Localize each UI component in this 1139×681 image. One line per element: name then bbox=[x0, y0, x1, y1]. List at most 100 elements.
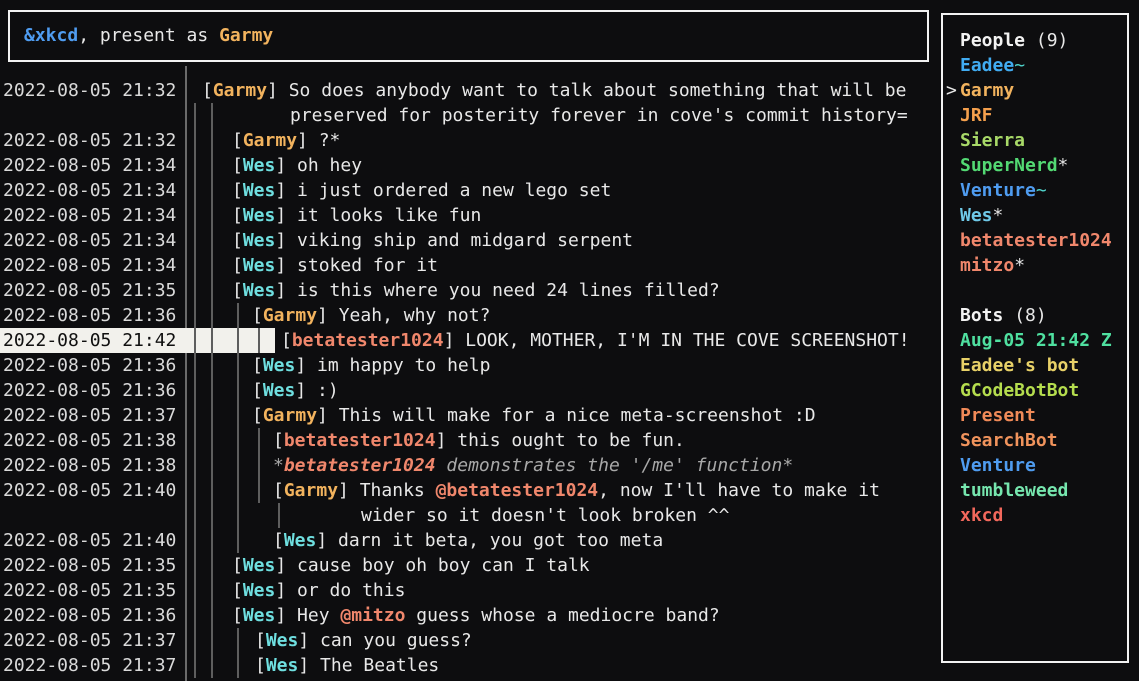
message-segment: ] bbox=[298, 655, 320, 676]
chat-message-row[interactable]: 2022-08-05 21:34[Wes] stoked for it bbox=[0, 253, 930, 278]
chat-message-row[interactable]: 2022-08-05 21:40[Garmy] Thanks @betatest… bbox=[0, 478, 930, 503]
message-text: [Garmy] So does anybody want to talk abo… bbox=[202, 78, 906, 103]
message-segment: [ bbox=[232, 180, 243, 201]
timestamp: 2022-08-05 21:38 bbox=[3, 453, 176, 478]
chat-message-row[interactable]: 2022-08-05 21:35[Wes] cause boy oh boy c… bbox=[0, 553, 930, 578]
thread-guide-line bbox=[194, 453, 196, 478]
timestamp: 2022-08-05 21:37 bbox=[3, 628, 176, 653]
person-list-item[interactable]: SuperNerd* bbox=[943, 153, 1127, 178]
nick: Garmy bbox=[284, 480, 338, 501]
bot-list-item[interactable]: tumbleweed bbox=[943, 478, 1127, 503]
message-segment: * bbox=[273, 455, 284, 476]
thread-guide-line bbox=[211, 228, 213, 253]
chat-message-row[interactable]: 2022-08-05 21:42[betatester1024] LOOK, M… bbox=[0, 328, 930, 353]
thread-guide-line bbox=[237, 428, 239, 453]
chat-message-row[interactable]: 2022-08-05 21:36[Garmy] Yeah, why not? bbox=[0, 303, 930, 328]
chat-message-row[interactable]: 2022-08-05 21:34[Wes] oh hey bbox=[0, 153, 930, 178]
channel-header-text: &xkcd, present as Garmy bbox=[24, 12, 273, 60]
person-name: Eadee bbox=[960, 55, 1014, 76]
message-text: [Wes] stoked for it bbox=[232, 253, 438, 278]
message-segment: i just ordered a new lego set bbox=[297, 180, 611, 201]
chat-message-row[interactable]: preserved for posterity forever in cove'… bbox=[0, 103, 930, 128]
chat-message-row[interactable]: 2022-08-05 21:32[Garmy] ?* bbox=[0, 128, 930, 153]
person-name: Venture bbox=[960, 180, 1036, 201]
person-list-item[interactable]: Sierra bbox=[943, 128, 1127, 153]
chat-message-row[interactable]: 2022-08-05 21:37[Wes] can you guess? bbox=[0, 628, 930, 653]
message-segment: The Beatles bbox=[320, 655, 439, 676]
chat-message-row[interactable]: 2022-08-05 21:36[Wes] im happy to help bbox=[0, 353, 930, 378]
message-segment: ] bbox=[275, 255, 297, 276]
message-segment: demonstrates the '/me' function* bbox=[436, 455, 794, 476]
person-name: Garmy bbox=[960, 80, 1014, 101]
message-segment: [ bbox=[232, 555, 243, 576]
person-list-item[interactable]: betatester1024 bbox=[943, 228, 1127, 253]
header-separator-text: , present as bbox=[78, 25, 219, 46]
person-name: JRF bbox=[960, 105, 993, 126]
nick: Wes bbox=[243, 280, 276, 301]
person-list-item[interactable]: Wes* bbox=[943, 203, 1127, 228]
message-segment: So does anybody want to talk about somet… bbox=[289, 80, 907, 101]
chat-message-row[interactable]: 2022-08-05 21:36[Wes] Hey @mitzo guess w… bbox=[0, 603, 930, 628]
chat-message-row[interactable]: 2022-08-05 21:34[Wes] it looks like fun bbox=[0, 203, 930, 228]
chat-message-row[interactable]: 2022-08-05 21:40[Wes] darn it beta, you … bbox=[0, 528, 930, 553]
bot-name: tumbleweed bbox=[960, 480, 1068, 501]
chat-message-row[interactable]: 2022-08-05 21:32[Garmy] So does anybody … bbox=[0, 78, 930, 103]
message-segment: can you guess? bbox=[320, 630, 472, 651]
thread-guide-line bbox=[211, 428, 213, 453]
thread-guide-line bbox=[194, 153, 196, 178]
person-list-item[interactable]: Eadee~ bbox=[943, 53, 1127, 78]
chat-message-row[interactable]: 2022-08-05 21:37[Wes] The Beatles bbox=[0, 653, 930, 678]
person-list-item[interactable]: mitzo* bbox=[943, 253, 1127, 278]
message-text: [Garmy] This will make for a nice meta-s… bbox=[252, 403, 816, 428]
bot-list-item[interactable]: Eadee's bot bbox=[943, 353, 1127, 378]
timestamp: 2022-08-05 21:40 bbox=[3, 478, 176, 503]
nick: @betatester1024 bbox=[436, 480, 599, 501]
thread-guide-line bbox=[211, 153, 213, 178]
bot-list-item[interactable]: xkcd bbox=[943, 503, 1127, 528]
message-text: [Wes] cause boy oh boy can I talk bbox=[232, 553, 590, 578]
message-text: [Wes] :) bbox=[252, 378, 339, 403]
message-text: *betatester1024 demonstrates the '/me' f… bbox=[273, 453, 793, 478]
bots-section: Bots (8) Aug-05 21:42 ZEadee's botGCodeB… bbox=[943, 303, 1127, 528]
bot-name: Present bbox=[960, 405, 1036, 426]
chat-message-row[interactable]: 2022-08-05 21:35[Wes] is this where you … bbox=[0, 278, 930, 303]
message-segment: [ bbox=[232, 130, 243, 151]
bot-list-item[interactable]: GCodeBotBot bbox=[943, 378, 1127, 403]
message-segment: [ bbox=[273, 430, 284, 451]
person-list-item[interactable]: Venture~ bbox=[943, 178, 1127, 203]
person-list-item[interactable]: >Garmy bbox=[943, 78, 1127, 103]
message-segment: [ bbox=[273, 480, 284, 501]
message-segment: ] bbox=[436, 430, 458, 451]
thread-guide-line bbox=[211, 578, 213, 603]
bot-list-item[interactable]: Venture bbox=[943, 453, 1127, 478]
section-gap bbox=[943, 278, 1127, 303]
message-segment: darn it beta, you got too meta bbox=[338, 530, 663, 551]
person-list-item[interactable]: JRF bbox=[943, 103, 1127, 128]
thread-guide-line bbox=[194, 203, 196, 228]
chat-message-row[interactable]: 2022-08-05 21:36[Wes] :) bbox=[0, 378, 930, 403]
nick: betatester1024 bbox=[284, 430, 436, 451]
bot-list-item[interactable]: Present bbox=[943, 403, 1127, 428]
bots-section-header: Bots (8) bbox=[943, 303, 1127, 328]
person-name: betatester1024 bbox=[960, 230, 1112, 251]
nick: Garmy bbox=[263, 305, 317, 326]
timestamp: 2022-08-05 21:36 bbox=[3, 303, 176, 328]
thread-guide-line bbox=[211, 203, 213, 228]
chat-message-row[interactable]: 2022-08-05 21:38 *betatester1024 demonstr… bbox=[0, 453, 930, 478]
bot-list-item[interactable]: SearchBot bbox=[943, 428, 1127, 453]
message-segment: Hey bbox=[297, 605, 340, 626]
chat-message-row[interactable]: 2022-08-05 21:34[Wes] i just ordered a n… bbox=[0, 178, 930, 203]
chat-message-row[interactable]: 2022-08-05 21:34[Wes] viking ship and mi… bbox=[0, 228, 930, 253]
bot-name: xkcd bbox=[960, 505, 1003, 526]
chat-message-row[interactable]: wider so it doesn't look broken ^^ bbox=[0, 503, 930, 528]
thread-guide-line bbox=[211, 403, 213, 428]
message-segment: ] bbox=[275, 155, 297, 176]
bot-list-item[interactable]: Aug-05 21:42 Z bbox=[943, 328, 1127, 353]
message-segment: is this where you need 24 lines filled? bbox=[297, 280, 720, 301]
timestamp: 2022-08-05 21:37 bbox=[3, 403, 176, 428]
chat-message-row[interactable]: 2022-08-05 21:35[Wes] or do this bbox=[0, 578, 930, 603]
thread-guide-line bbox=[211, 478, 213, 503]
message-segment: ] bbox=[275, 280, 297, 301]
chat-message-row[interactable]: 2022-08-05 21:38[betatester1024] this ou… bbox=[0, 428, 930, 453]
chat-message-row[interactable]: 2022-08-05 21:37 [Garmy] This will make f… bbox=[0, 403, 930, 428]
